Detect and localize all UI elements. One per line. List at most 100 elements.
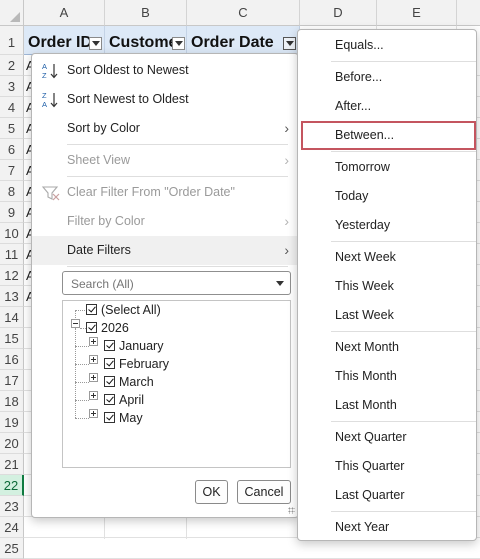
- date-filters-item[interactable]: Date Filters ›: [32, 236, 298, 265]
- sort-ascending-icon: A Z: [42, 62, 58, 80]
- month-node[interactable]: May: [104, 409, 143, 427]
- column-header-a[interactable]: A: [24, 0, 105, 26]
- chevron-down-icon[interactable]: [276, 281, 284, 286]
- sort-by-color-item[interactable]: Sort by Color ›: [32, 114, 298, 143]
- menu-separator: [331, 511, 476, 512]
- expand-icon[interactable]: [89, 409, 98, 418]
- row-header-10[interactable]: 10: [0, 223, 24, 244]
- resize-grip-icon[interactable]: [288, 507, 295, 514]
- month-node[interactable]: February: [104, 355, 169, 373]
- row-header-17[interactable]: 17: [0, 370, 24, 391]
- date-filter-this-quarter-item[interactable]: This Quarter: [298, 452, 476, 481]
- date-filter-last-month-item[interactable]: Last Month: [298, 391, 476, 420]
- row-header-15[interactable]: 15: [0, 328, 24, 349]
- row-header-6[interactable]: 6: [0, 139, 24, 160]
- date-filter-next-month-item[interactable]: Next Month: [298, 333, 476, 362]
- year-node-2026[interactable]: 2026: [86, 319, 129, 337]
- sort-newest-to-oldest-item[interactable]: Z A Sort Newest to Oldest: [32, 85, 298, 114]
- row-header-22[interactable]: 22: [0, 475, 24, 496]
- month-node[interactable]: April: [104, 391, 144, 409]
- date-filter-before-item[interactable]: Before...: [298, 63, 476, 92]
- filter-by-color-item: Filter by Color ›: [32, 207, 298, 236]
- month-node[interactable]: January: [104, 337, 163, 355]
- filter-dropdown-order-date[interactable]: [283, 37, 296, 50]
- row-header-23[interactable]: 23: [0, 496, 24, 517]
- row-header-5[interactable]: 5: [0, 118, 24, 139]
- date-filter-this-month-item[interactable]: This Month: [298, 362, 476, 391]
- date-filter-last-quarter-item[interactable]: Last Quarter: [298, 481, 476, 510]
- date-filter-tomorrow-item[interactable]: Tomorrow: [298, 153, 476, 182]
- row-header-25[interactable]: 25: [0, 538, 24, 559]
- row-header-7[interactable]: 7: [0, 160, 24, 181]
- menu-item-label: Sheet View: [67, 153, 131, 167]
- column-header-c[interactable]: C: [187, 0, 300, 26]
- row-header-13[interactable]: 13: [0, 286, 24, 307]
- filter-search-input[interactable]: [69, 273, 273, 295]
- row-header-1[interactable]: 1: [0, 26, 24, 55]
- date-filter-today-item[interactable]: Today: [298, 182, 476, 211]
- tree-connector: [75, 400, 89, 401]
- tree-connector: [75, 418, 89, 419]
- row-header-19[interactable]: 19: [0, 412, 24, 433]
- sort-oldest-to-newest-item[interactable]: A Z Sort Oldest to Newest: [32, 56, 298, 85]
- sort-descending-icon: Z A: [42, 91, 58, 109]
- expand-icon[interactable]: [89, 391, 98, 400]
- select-all-corner[interactable]: [0, 0, 24, 26]
- date-filter-equals-item[interactable]: Equals...: [298, 31, 476, 60]
- checkbox-month[interactable]: [104, 340, 115, 351]
- column-header-d[interactable]: D: [300, 0, 377, 26]
- date-filter-yesterday-item[interactable]: Yesterday: [298, 211, 476, 240]
- row-header-2[interactable]: 2: [0, 55, 24, 76]
- checkbox-month[interactable]: [104, 394, 115, 405]
- tree-node-label: April: [119, 393, 145, 407]
- ok-button[interactable]: OK: [195, 480, 228, 504]
- column-header-f[interactable]: [457, 0, 480, 26]
- row-header-18[interactable]: 18: [0, 391, 24, 412]
- date-filter-next-quarter-item[interactable]: Next Quarter: [298, 423, 476, 452]
- date-filter-next-year-item[interactable]: Next Year: [298, 513, 476, 540]
- row-header-14[interactable]: 14: [0, 307, 24, 328]
- row-header-12[interactable]: 12: [0, 265, 24, 286]
- expand-icon[interactable]: [89, 355, 98, 364]
- select-all-node[interactable]: (Select All): [86, 301, 161, 319]
- row-header-9[interactable]: 9: [0, 202, 24, 223]
- expand-icon[interactable]: [89, 337, 98, 346]
- row-header-20[interactable]: 20: [0, 433, 24, 454]
- row-header-3[interactable]: 3: [0, 76, 24, 97]
- filter-search-box[interactable]: [62, 271, 291, 295]
- tree-connector: [75, 328, 76, 418]
- filter-dropdown-customer[interactable]: [172, 37, 185, 50]
- date-filter-after-item[interactable]: After...: [298, 92, 476, 121]
- date-filter-this-week-item[interactable]: This Week: [298, 272, 476, 301]
- menu-separator: [331, 331, 476, 332]
- column-header-b[interactable]: B: [105, 0, 187, 26]
- column-header-e[interactable]: E: [377, 0, 457, 26]
- menu-separator: [67, 144, 288, 145]
- cancel-button[interactable]: Cancel: [237, 480, 291, 504]
- row-header-24[interactable]: 24: [0, 517, 24, 538]
- checkbox-select-all[interactable]: [86, 304, 97, 315]
- checkbox-year[interactable]: [86, 322, 97, 333]
- date-filter-next-week-item[interactable]: Next Week: [298, 243, 476, 272]
- menu-item-label: Sort Oldest to Newest: [67, 63, 189, 77]
- row-header-4[interactable]: 4: [0, 97, 24, 118]
- collapse-icon[interactable]: [71, 319, 80, 328]
- date-filter-last-week-item[interactable]: Last Week: [298, 301, 476, 330]
- tree-node-label: February: [119, 357, 170, 371]
- month-node[interactable]: March: [104, 373, 154, 391]
- row-header-21[interactable]: 21: [0, 454, 24, 475]
- row-header-16[interactable]: 16: [0, 349, 24, 370]
- menu-item-label: Sort Newest to Oldest: [67, 92, 189, 106]
- date-filters-submenu: Equals... Before... After... Between... Tomo…: [297, 29, 477, 541]
- tree-connector: [75, 382, 89, 383]
- tree-node-label: (Select All): [101, 303, 161, 317]
- checkbox-month[interactable]: [104, 412, 115, 423]
- svg-text:Z: Z: [42, 71, 47, 80]
- filter-dropdown-order-id[interactable]: [89, 37, 102, 50]
- checkbox-month[interactable]: [104, 376, 115, 387]
- checkbox-month[interactable]: [104, 358, 115, 369]
- date-filter-between-item[interactable]: Between...: [301, 121, 476, 150]
- row-header-11[interactable]: 11: [0, 244, 24, 265]
- row-header-8[interactable]: 8: [0, 181, 24, 202]
- expand-icon[interactable]: [89, 373, 98, 382]
